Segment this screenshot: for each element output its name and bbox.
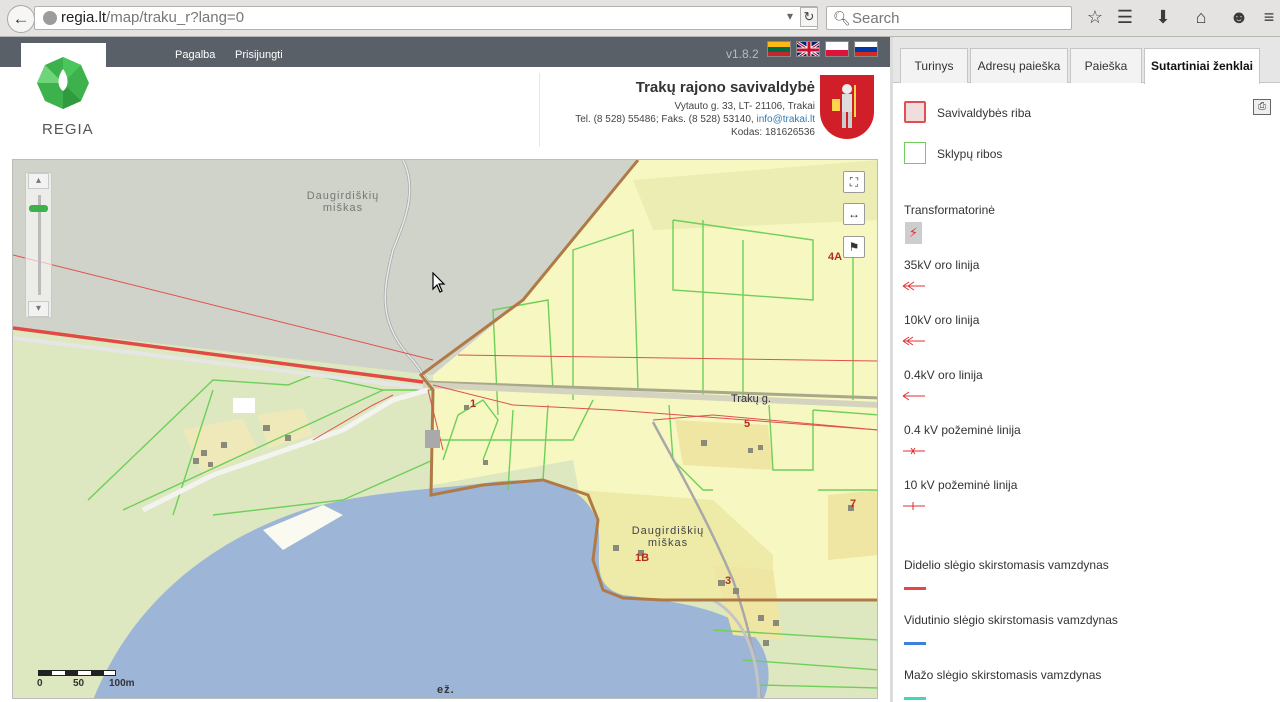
forest-label-s: Daugirdiškių miškas xyxy=(631,525,705,549)
flag-pl-icon[interactable] xyxy=(825,41,849,57)
legend-label: Savivaldybės riba xyxy=(937,106,1032,120)
legend-swatch xyxy=(904,587,926,590)
side-panel: Turinys Adresų paieška Paieška Sutartini… xyxy=(890,37,1280,702)
scale-label: 100m xyxy=(109,678,135,689)
tab-legend[interactable]: Sutartiniai ženklai xyxy=(1144,48,1260,84)
flag-en-icon[interactable] xyxy=(796,41,820,57)
scale-label: 50 xyxy=(73,678,85,689)
legend-swatch xyxy=(904,142,926,164)
legend-label: Transformatorinė xyxy=(904,203,995,217)
reload-icon[interactable]: ↻ xyxy=(800,7,818,27)
parcel-number: 1B xyxy=(635,552,650,564)
tab-address-search[interactable]: Adresų paieška xyxy=(970,48,1068,83)
page-content: Pagalba Prisijungti v1.8.2 REGIA Trakų r… xyxy=(0,37,890,702)
zoom-in-button[interactable]: ▴ xyxy=(28,173,49,189)
municipality-contacts: Tel. (8 528) 55486; Faks. (8 528) 53140,… xyxy=(575,114,815,125)
line-04kv-icon xyxy=(902,391,925,401)
parcel-number: 3 xyxy=(725,575,732,587)
map-canvas[interactable]: ▴ ▾ ⛶ ↔ ⚑ Daugirdiškių miškas Daugirdišk… xyxy=(12,159,878,699)
zoom-thumb[interactable] xyxy=(29,205,48,212)
download-icon[interactable]: ⬇ xyxy=(1152,6,1174,30)
forest-label-nw: Daugirdiškių miškas xyxy=(306,190,380,214)
street-label: Trakų g. xyxy=(731,393,771,405)
legend-label: Didelio slėgio skirstomasis vamzdynas xyxy=(904,558,1109,572)
coat-of-arms-icon xyxy=(820,75,874,139)
line-10kv-icon xyxy=(902,336,925,346)
header-divider xyxy=(539,73,540,147)
search-input[interactable]: 🔍︎ Search xyxy=(826,6,1072,30)
legend-label: Vidutinio slėgio skirstomasis vamzdynas xyxy=(904,613,1118,627)
legend-swatch xyxy=(904,697,926,700)
lightning-icon: ⚡︎ xyxy=(905,222,922,244)
search-icon: 🔍︎ xyxy=(833,10,851,26)
help-link[interactable]: Pagalba xyxy=(175,49,215,61)
parcel-number: 7 xyxy=(850,498,857,510)
scale-label: 0 xyxy=(37,678,43,689)
flag-ru-icon[interactable] xyxy=(854,41,878,57)
measure-icon[interactable]: ↔ xyxy=(843,203,865,225)
legend-label: Mažo slėgio skirstomasis vamzdynas xyxy=(904,668,1102,682)
globe-icon xyxy=(43,11,57,25)
back-arrow-icon[interactable]: ← xyxy=(7,5,35,33)
underground-04kv-icon xyxy=(903,447,925,455)
address-bar[interactable]: regia.lt/map/traku_r?lang=0 ▾ xyxy=(34,6,818,30)
search-placeholder: Search xyxy=(852,10,900,27)
version-label: v1.8.2 xyxy=(726,47,759,61)
flag-lt-icon[interactable] xyxy=(767,41,791,57)
login-link[interactable]: Prisijungti xyxy=(235,49,283,61)
email-link[interactable]: info@trakai.lt xyxy=(756,114,815,125)
tab-contents[interactable]: Turinys xyxy=(900,48,968,83)
legend-label: 0.4 kV požeminė linija xyxy=(904,423,1021,437)
lake-label: ež. xyxy=(437,684,455,696)
reading-list-icon[interactable]: ☰ xyxy=(1114,6,1136,30)
url-text: regia.lt/map/traku_r?lang=0 xyxy=(61,9,245,26)
legend-label: 0.4kV oro linija xyxy=(904,368,983,382)
menu-icon[interactable]: ≡ xyxy=(1258,6,1280,30)
print-icon[interactable]: ⎙ xyxy=(1253,99,1271,115)
parcel-number: 5 xyxy=(744,418,751,430)
legend-label: 10 kV požeminė linija xyxy=(904,478,1018,492)
chevron-down-icon[interactable]: ▾ xyxy=(787,9,793,23)
fullscreen-icon[interactable]: ⛶ xyxy=(843,171,865,193)
zoom-slider[interactable]: ▴ ▾ xyxy=(25,172,52,318)
flag-marker-icon[interactable]: ⚑ xyxy=(843,236,865,258)
municipality-code: Kodas: 181626536 xyxy=(731,127,815,138)
municipality-title: Trakų rajono savivaldybė xyxy=(635,79,815,96)
home-icon[interactable]: ⌂ xyxy=(1190,6,1212,30)
parcel-number: 4A xyxy=(828,251,843,263)
parcel-number: 1 xyxy=(470,398,477,410)
municipality-address: Vytauto g. 33, LT- 21106, Trakai xyxy=(674,101,815,112)
legend-label: Sklypų ribos xyxy=(937,147,1003,161)
top-strip: Pagalba Prisijungti v1.8.2 xyxy=(0,37,890,67)
zoom-out-button[interactable]: ▾ xyxy=(28,301,49,317)
legend-label: 35kV oro linija xyxy=(904,258,980,272)
line-35kv-icon xyxy=(902,281,925,291)
scale-bar xyxy=(38,670,116,676)
legend-swatch xyxy=(904,642,926,645)
mouse-cursor-icon xyxy=(432,272,446,293)
chat-icon[interactable]: ☻ xyxy=(1228,6,1250,30)
star-icon[interactable]: ☆ xyxy=(1084,6,1106,30)
tab-search[interactable]: Paieška xyxy=(1070,48,1142,83)
legend-label: 10kV oro linija xyxy=(904,313,980,327)
legend-swatch xyxy=(904,101,926,123)
regia-logo[interactable] xyxy=(21,43,106,131)
browser-toolbar: ← regia.lt/map/traku_r?lang=0 ▾ ↻ 🔍︎ Sea… xyxy=(0,0,1280,37)
underground-10kv-icon xyxy=(903,502,925,510)
logo-text: REGIA xyxy=(42,121,94,138)
